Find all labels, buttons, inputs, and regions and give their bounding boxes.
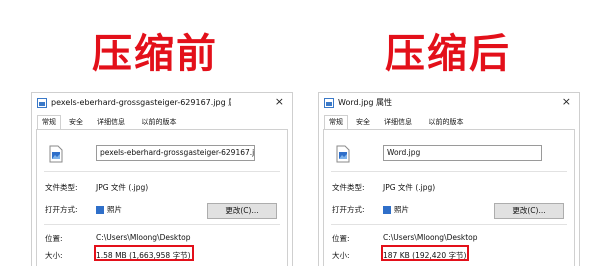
image-file-icon (324, 98, 334, 108)
heading-after-compression: 压缩后 (385, 31, 511, 77)
size-label: 大小: (332, 251, 350, 260)
window-title: Word.jpg 属性 (338, 98, 393, 107)
open-with-row: 照片 (383, 204, 409, 215)
filename-field[interactable]: pexels-eberhard-grossgasteiger-629167.jp… (96, 145, 255, 161)
separator (331, 224, 567, 225)
title-bar: pexels-eberhard-grossgasteiger-629167.jp… (32, 93, 292, 113)
size-highlight-box (381, 245, 469, 261)
location-value: C:\Users\Mloong\Desktop (96, 233, 191, 242)
photos-app-icon (96, 206, 104, 214)
properties-dialog-after: Word.jpg 属性 × 常规 安全 详细信息 以前的版本 Word.jpg … (318, 92, 580, 266)
location-value: C:\Users\Mloong\Desktop (383, 233, 478, 242)
location-label: 位置: (45, 234, 63, 243)
heading-before-compression: 压缩前 (92, 31, 218, 77)
open-with-value: 照片 (394, 205, 409, 214)
separator (44, 171, 280, 172)
properties-dialog-before: pexels-eberhard-grossgasteiger-629167.jp… (31, 92, 293, 266)
change-button[interactable]: 更改(C)... (494, 203, 564, 219)
tab-details[interactable]: 详细信息 (379, 116, 417, 128)
image-file-icon (37, 98, 47, 108)
tab-general[interactable]: 常规 (37, 115, 61, 130)
size-highlight-box (94, 245, 194, 261)
filename-field[interactable]: Word.jpg (383, 145, 542, 161)
tab-previous-versions[interactable]: 以前的版本 (136, 116, 182, 128)
size-label: 大小: (45, 251, 63, 260)
jpg-file-icon (49, 145, 63, 163)
tab-security[interactable]: 安全 (66, 116, 86, 128)
window-title: pexels-eberhard-grossgasteiger-629167.jp… (51, 98, 231, 107)
change-button[interactable]: 更改(C)... (207, 203, 277, 219)
open-with-label: 打开方式: (45, 205, 78, 214)
open-with-value: 照片 (107, 205, 122, 214)
file-type-label: 文件类型: (45, 183, 78, 192)
open-with-row: 照片 (96, 204, 122, 215)
tab-details[interactable]: 详细信息 (92, 116, 130, 128)
file-type-label: 文件类型: (332, 183, 365, 192)
tab-security[interactable]: 安全 (353, 116, 373, 128)
close-icon[interactable]: × (275, 96, 284, 108)
tab-previous-versions[interactable]: 以前的版本 (423, 116, 469, 128)
tab-general[interactable]: 常规 (324, 115, 348, 130)
open-with-label: 打开方式: (332, 205, 365, 214)
jpg-file-icon (336, 145, 350, 163)
file-type-value: JPG 文件 (.jpg) (96, 183, 149, 192)
photos-app-icon (383, 206, 391, 214)
location-label: 位置: (332, 234, 350, 243)
separator (331, 171, 567, 172)
separator (44, 224, 280, 225)
title-bar: Word.jpg 属性 × (319, 93, 579, 113)
file-type-value: JPG 文件 (.jpg) (383, 183, 436, 192)
close-icon[interactable]: × (562, 96, 571, 108)
